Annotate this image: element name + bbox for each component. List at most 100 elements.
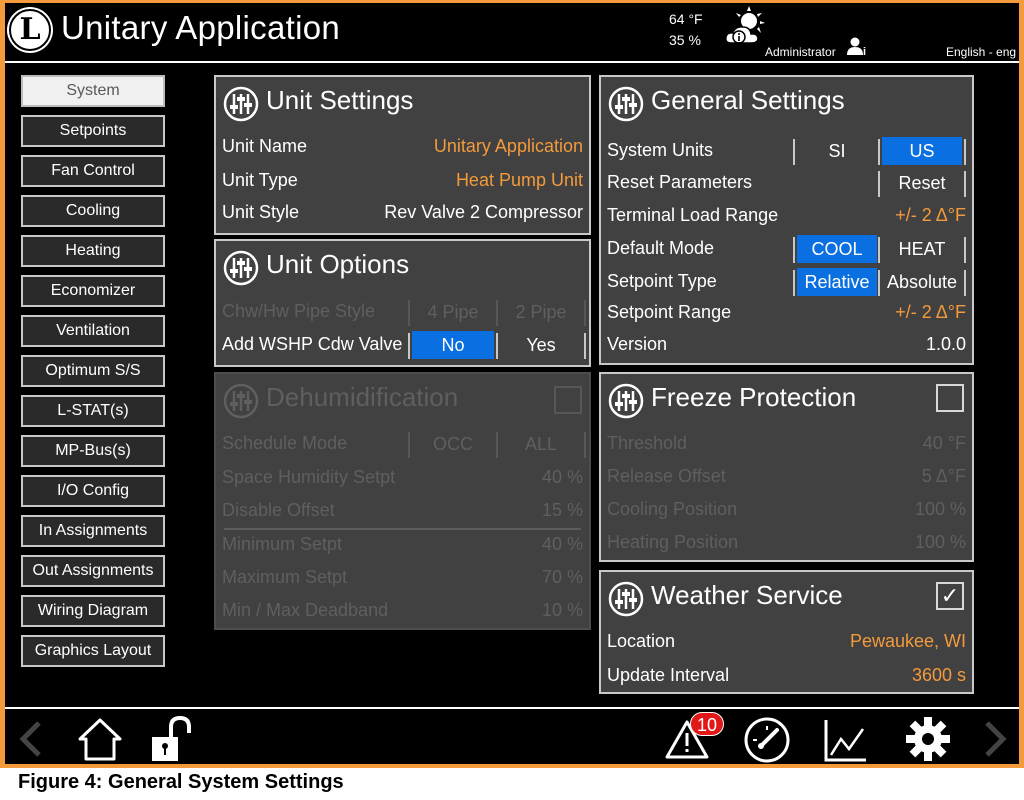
sidebar-item-cooling[interactable]: Cooling [21,195,165,227]
weather-icon[interactable] [723,5,767,49]
separator [793,139,795,165]
sidebar-item-system[interactable]: System [21,75,165,107]
sidebar-item-graphics-layout[interactable]: Graphics Layout [21,635,165,667]
separator [584,432,586,458]
dehum-row: Space Humidity Setpt 40 % [222,464,583,494]
back-arrow-icon[interactable] [15,719,45,759]
dehumidification-panel: Dehumidification Schedule Mode OCC ALL S… [214,372,591,630]
header-divider [5,61,1019,63]
location-row[interactable]: Location Pewaukee, WI [607,628,966,658]
units-us-option[interactable]: US [882,137,962,165]
schedule-all-option: ALL [524,434,558,454]
system-units-label: System Units [607,140,714,160]
terminal-load-row[interactable]: Terminal Load Range +/- 2 Δ°F [607,202,966,232]
sidebar-item-optimum-ss[interactable]: Optimum S/S [21,355,165,387]
cdw-valve-yes-option[interactable]: Yes [500,331,582,359]
unit-name-row[interactable]: Unit Name Unitary Application [222,133,583,163]
sidebar-item-economizer[interactable]: Economizer [21,275,165,307]
sidebar-item-in-assignments[interactable]: In Assignments [21,515,165,547]
separator [496,300,498,326]
dehumidification-title: Dehumidification [266,382,459,412]
setpoint-type-row: Setpoint Type Relative Absolute [607,268,966,298]
user-name[interactable]: Administrator [765,45,836,59]
location-value[interactable]: Pewaukee, WI [850,631,966,652]
sidebar-item-heating[interactable]: Heating [21,235,165,267]
sliders-icon [608,383,644,419]
separator [878,171,880,197]
setpoint-range-value[interactable]: +/- 2 Δ°F [895,302,966,323]
freeze-row: Release Offset 5 Δ°F [607,463,966,493]
pipe-2-option: 2 Pipe [515,302,567,322]
threshold-label: Threshold [607,433,688,453]
setpoint-relative-option[interactable]: Relative [797,268,877,296]
dehum-row: Maximum Setpt 70 % [222,564,583,594]
sidebar-item-io-config[interactable]: I/O Config [21,475,165,507]
home-icon[interactable] [77,717,123,761]
forward-arrow-icon[interactable] [981,719,1011,759]
terminal-load-value[interactable]: +/- 2 Δ°F [895,205,966,226]
user-info-icon[interactable]: i [847,37,869,57]
default-mode-row: Default Mode COOL HEAT [607,235,966,265]
default-mode-label: Default Mode [607,238,715,258]
sliders-icon [223,383,259,419]
reset-button[interactable]: Reset [882,169,962,197]
weather-service-enable-checkbox[interactable]: ✓ [936,582,964,610]
trend-chart-icon[interactable] [823,717,869,763]
separator [964,139,966,165]
schedule-mode-row: Schedule Mode OCC ALL [222,430,586,460]
unit-type-row[interactable]: Unit Type Heat Pump Unit [222,167,583,197]
maximum-setpt-label: Maximum Setpt [222,567,348,587]
sliders-icon [608,86,644,122]
unit-type-value[interactable]: Heat Pump Unit [456,170,583,191]
sidebar-item-ventilation[interactable]: Ventilation [21,315,165,347]
sidebar-item-out-assignments[interactable]: Out Assignments [21,555,165,587]
sidebar-item-setpoints[interactable]: Setpoints [21,115,165,147]
sidebar-item-mpbus[interactable]: MP-Bus(s) [21,435,165,467]
gauge-icon[interactable] [743,716,791,764]
setpoint-absolute-option[interactable]: Absolute [882,268,962,296]
update-interval-row[interactable]: Update Interval 3600 s [607,662,966,692]
update-interval-value[interactable]: 3600 s [912,665,966,686]
minimum-setpt-value: 40 % [541,534,583,554]
dehumidification-enable-checkbox[interactable] [554,386,582,414]
sidebar-item-fan-control[interactable]: Fan Control [21,155,165,187]
unit-name-label: Unit Name [222,136,308,156]
separator [496,432,498,458]
mode-heat-option[interactable]: HEAT [882,235,962,263]
version-label: Version [607,334,668,354]
space-humidity-value: 40 % [541,467,583,487]
location-label: Location [607,631,676,651]
footer-divider [5,707,1019,709]
schedule-mode-label: Schedule Mode [222,433,348,453]
language-selector[interactable]: English - eng [946,45,1016,59]
separator [408,333,410,359]
minimum-setpt-label: Minimum Setpt [222,534,343,554]
app-title: Unitary Application [61,9,341,46]
unit-options-panel: Unit Options Chw/Hw Pipe Style 4 Pipe 2 … [214,239,591,367]
reset-parameters-row: Reset Parameters Reset [607,169,966,199]
system-units-row: System Units SI US [607,137,966,167]
unit-name-value[interactable]: Unitary Application [434,136,583,157]
separator [878,237,880,263]
setpoint-range-row[interactable]: Setpoint Range +/- 2 Δ°F [607,299,966,329]
units-si-option[interactable]: SI [797,137,877,165]
freeze-protection-panel: Freeze Protection Threshold 40 °F Release… [599,372,974,562]
sidebar-item-lstats[interactable]: L-STAT(s) [21,395,165,427]
freeze-protection-enable-checkbox[interactable] [936,384,964,412]
cdw-valve-no-option[interactable]: No [412,331,494,359]
sidebar-item-wiring-diagram[interactable]: Wiring Diagram [21,595,165,627]
separator [878,139,880,165]
unit-settings-panel: Unit Settings Unit Name Unitary Applicati… [214,75,591,235]
settings-gear-icon[interactable] [905,716,951,762]
version-value: 1.0.0 [925,334,966,354]
maximum-setpt-value: 70 % [541,567,583,587]
freeze-row: Threshold 40 °F [607,430,966,460]
unlock-icon[interactable] [149,715,195,763]
logo-letter: L [19,12,41,47]
terminal-load-label: Terminal Load Range [607,205,779,225]
unit-settings-title: Unit Settings [266,85,414,115]
separator [964,171,966,197]
unit-style-row: Unit Style Rev Valve 2 Compressor [222,199,583,229]
mode-cool-option[interactable]: COOL [797,235,877,263]
weather-service-panel: Weather Service ✓ Location Pewaukee, WI U… [599,570,974,694]
